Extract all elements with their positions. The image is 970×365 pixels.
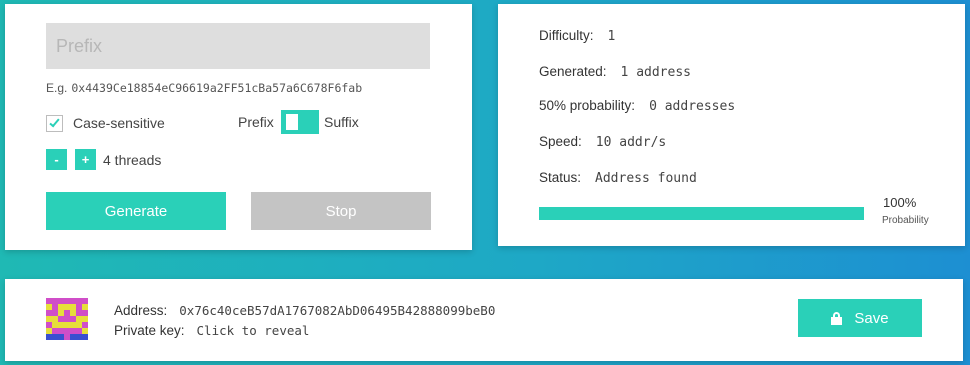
speed-label: Speed: (539, 134, 582, 149)
probability-progress-bar (539, 207, 864, 220)
reveal-private-key-link[interactable]: Click to reveal (197, 323, 310, 338)
increase-threads-button[interactable]: + (75, 149, 96, 170)
generated-label: Generated: (539, 64, 607, 79)
suffix-toggle-label[interactable]: Suffix (324, 114, 359, 130)
case-sensitive-checkbox[interactable] (46, 115, 63, 132)
prefix-suffix-toggle[interactable] (281, 110, 319, 134)
speed-value: 10 addr/s (595, 135, 667, 150)
probability50-value: 0 addresses (649, 99, 736, 114)
probability50-row: 50% probability: 0 addresses (539, 98, 735, 114)
check-icon (49, 116, 60, 128)
save-label: Save (854, 309, 889, 327)
toggle-knob (286, 114, 298, 130)
address-row: Address: 0x76c40ceB57dA1767082AbD06495B42… (114, 303, 495, 318)
probability-caption: Probability (882, 215, 929, 226)
address-label: Address: (114, 303, 168, 318)
decrease-threads-button[interactable]: - (46, 149, 67, 170)
prefix-toggle-label[interactable]: Prefix (238, 114, 274, 130)
prefix-input[interactable] (46, 23, 430, 69)
generate-button[interactable]: Generate (46, 192, 226, 230)
thread-count: 4 threads (103, 152, 162, 168)
speed-row: Speed: 10 addr/s (539, 134, 666, 150)
status-row: Status: Address found (539, 170, 697, 186)
case-sensitive-label[interactable]: Case-sensitive (73, 115, 165, 131)
result-panel: Address: 0x76c40ceB57dA1767082AbD06495B42… (5, 279, 963, 361)
difficulty-value: 1 (607, 29, 616, 44)
probability-progress-fill (539, 207, 864, 220)
stop-button[interactable]: Stop (251, 192, 431, 230)
difficulty-row: Difficulty: 1 (539, 28, 615, 44)
generated-value: 1 address (620, 65, 691, 80)
private-key-row: Private key: Click to reveal (114, 323, 309, 338)
status-value: Address found (595, 171, 697, 186)
identicon-avatar (46, 298, 88, 340)
statistics-panel: Difficulty: 1 Generated: 1 address 50% pro… (498, 4, 965, 246)
probability50-label: 50% probability: (539, 98, 636, 113)
probability-percent: 100% (883, 195, 917, 210)
lock-icon (831, 311, 843, 325)
save-button[interactable]: Save (798, 299, 922, 337)
status-label: Status: (539, 170, 582, 185)
address-value: 0x76c40ceB57dA1767082AbD06495B42888099be… (179, 303, 496, 318)
generated-row: Generated: 1 address (539, 64, 691, 80)
generator-settings-panel: E.g.0x4439Ce18854eC96619a2FF51cBa57a6C67… (5, 4, 472, 250)
difficulty-label: Difficulty: (539, 28, 594, 43)
example-address: E.g. 0x4439Ce18854eC96619a2FF51cBa57a6C67… (46, 81, 362, 95)
example-value: 0x4439Ce18854eC96619a2FF51cBa57a6C678F6f… (71, 81, 363, 95)
private-key-label: Private key: (114, 323, 185, 338)
example-label: E.g. (46, 81, 68, 95)
